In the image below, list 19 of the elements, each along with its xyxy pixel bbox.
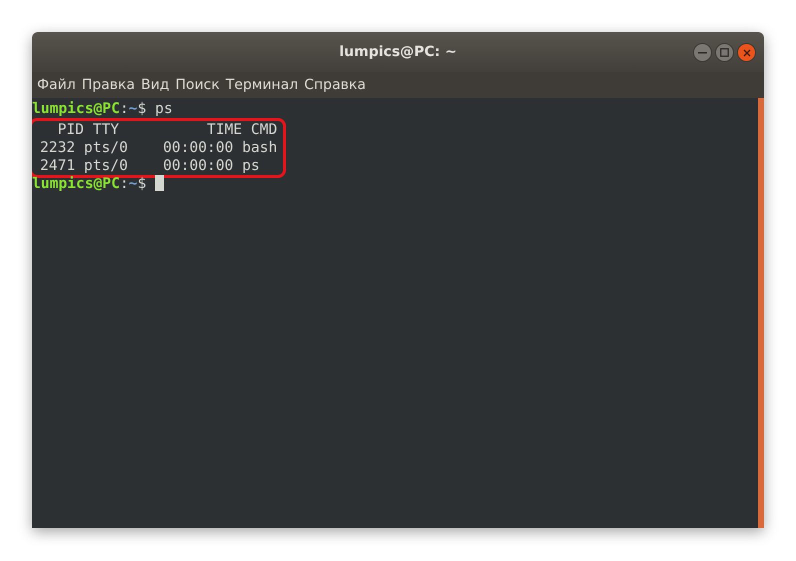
close-icon bbox=[742, 48, 750, 56]
window-title: lumpics@PC: ~ bbox=[339, 44, 457, 60]
menu-item[interactable]: Правка bbox=[80, 77, 139, 93]
prompt-line: lumpics@PC:~$ bbox=[32, 175, 148, 192]
maximize-button[interactable] bbox=[715, 43, 734, 62]
maximize-icon bbox=[720, 48, 729, 57]
prompt-line: lumpics@PC:~$ ps bbox=[32, 100, 173, 117]
menu-item[interactable]: Справка bbox=[303, 77, 370, 93]
menu-item[interactable]: Файл bbox=[36, 77, 80, 93]
menu-item[interactable]: Поиск bbox=[174, 77, 224, 93]
output-line: 2471 pts/0 00:00:00 ps bbox=[40, 157, 261, 175]
minimize-icon bbox=[698, 52, 707, 54]
menu-item[interactable]: Терминал bbox=[224, 77, 302, 93]
output-line: PID TTY TIME CMD bbox=[56, 121, 278, 139]
scrollbar[interactable] bbox=[758, 98, 764, 528]
output-line: 2232 pts/0 00:00:00 bash bbox=[40, 139, 278, 157]
close-button[interactable] bbox=[737, 43, 756, 62]
menu-item[interactable]: Вид bbox=[140, 77, 174, 93]
minimize-button[interactable] bbox=[693, 43, 712, 62]
